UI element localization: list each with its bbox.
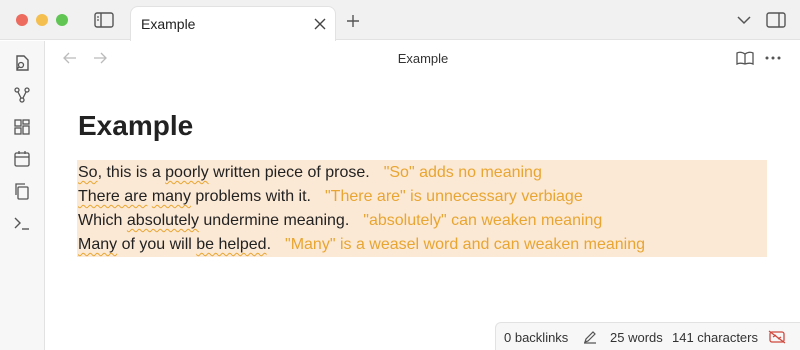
suggestion-note: "There are" is unnecessary verbiage xyxy=(325,188,583,205)
pencil-icon[interactable] xyxy=(582,329,598,345)
sync-off-icon[interactable] xyxy=(768,329,786,345)
title-bar: Example xyxy=(0,0,800,41)
new-tab-plus-icon[interactable] xyxy=(344,12,362,30)
flagged-word[interactable]: There are xyxy=(78,188,147,205)
left-sidebar-toggle-icon[interactable] xyxy=(94,11,114,29)
left-ribbon xyxy=(0,41,45,350)
quick-switcher-icon[interactable] xyxy=(12,53,32,73)
suggestion-note: "absolutely" can weaken meaning xyxy=(363,212,603,229)
text-line: Which absolutely undermine meaning. "abso… xyxy=(78,212,603,229)
highlighted-text-block[interactable]: So, this is a poorly written piece of pr… xyxy=(77,160,767,257)
word-count: 25 words xyxy=(610,330,663,345)
flagged-word[interactable]: poorly xyxy=(165,164,209,181)
canvas-grid-icon[interactable] xyxy=(12,117,32,137)
window-maximize-button[interactable] xyxy=(56,14,68,26)
flagged-word[interactable]: So xyxy=(78,164,98,181)
flagged-word[interactable]: many xyxy=(152,188,191,205)
flagged-word[interactable]: absolutely xyxy=(127,212,199,229)
document-title: Example xyxy=(78,110,194,141)
calendar-icon[interactable] xyxy=(12,149,32,169)
view-header: Example xyxy=(46,41,800,77)
close-icon[interactable] xyxy=(311,15,329,33)
window-minimize-button[interactable] xyxy=(36,14,48,26)
text-line: Many of you will be helped. "Many" is a w… xyxy=(78,236,646,253)
more-options-icon[interactable] xyxy=(764,50,782,66)
status-bar: 0 backlinks 25 words 141 characters xyxy=(495,322,800,350)
text-line: There are many problems with it. "There a… xyxy=(78,188,583,205)
suggestion-note: "Many" is a weasel word and can weaken m… xyxy=(285,236,646,253)
chevron-down-icon[interactable] xyxy=(736,12,752,28)
terminal-icon[interactable] xyxy=(12,213,32,233)
character-count: 141 characters xyxy=(672,330,758,345)
copy-files-icon[interactable] xyxy=(12,181,32,201)
window-close-button[interactable] xyxy=(16,14,28,26)
text-line: So, this is a poorly written piece of pr… xyxy=(78,164,542,181)
tab-title: Example xyxy=(141,16,196,32)
flagged-word[interactable]: Many xyxy=(78,236,117,253)
suggestion-note: "So" adds no meaning xyxy=(383,164,542,181)
tab-example[interactable]: Example xyxy=(130,6,336,41)
graph-view-icon[interactable] xyxy=(12,85,32,105)
right-sidebar-toggle-icon[interactable] xyxy=(766,11,786,29)
view-title: Example xyxy=(397,51,449,66)
book-open-icon[interactable] xyxy=(736,50,754,66)
flagged-word[interactable]: be helped xyxy=(196,236,266,253)
backlinks-count[interactable]: 0 backlinks xyxy=(504,330,568,345)
